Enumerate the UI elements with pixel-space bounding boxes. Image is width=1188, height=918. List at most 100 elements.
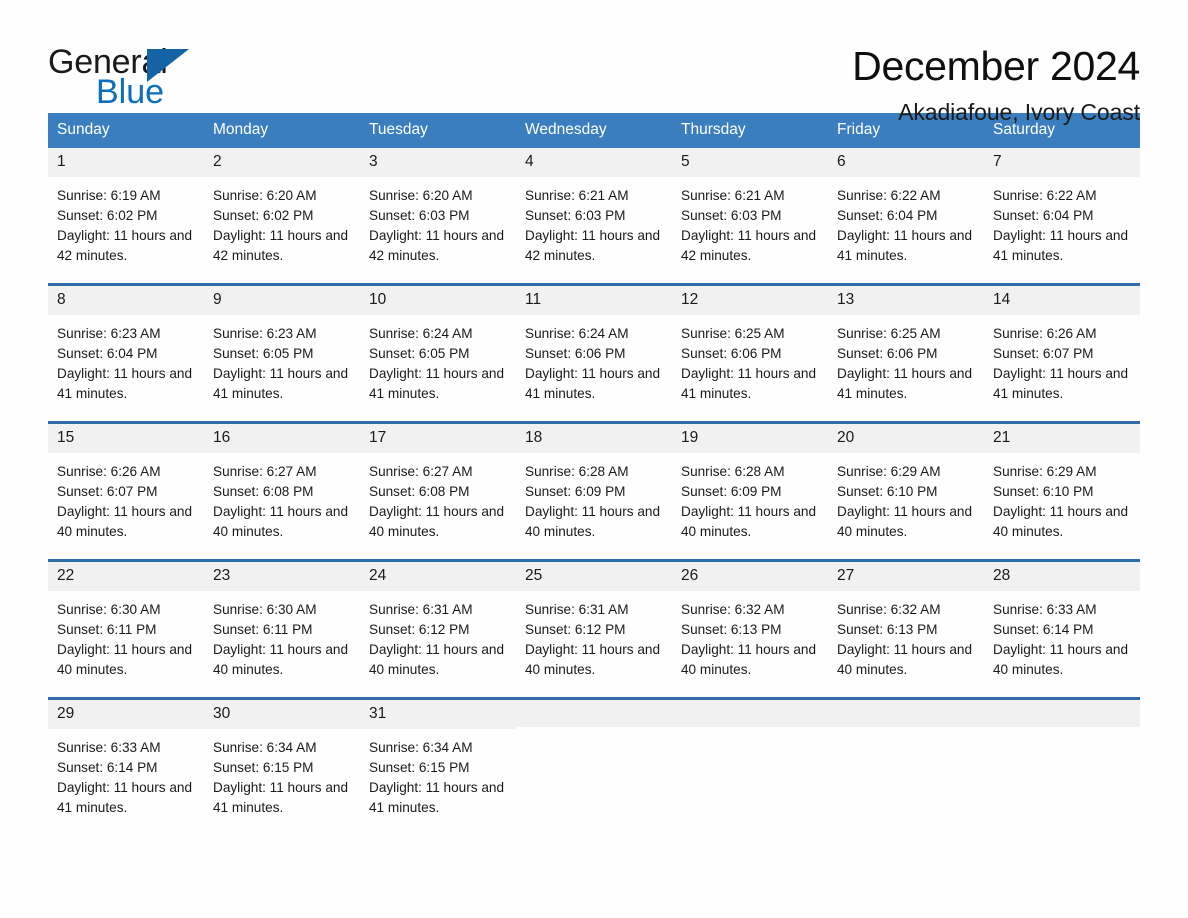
day-number: 5	[681, 153, 690, 170]
day-number-strip: 28	[984, 562, 1140, 591]
sunrise-text: Sunrise: 6:26 AM	[993, 326, 1097, 341]
sunrise-text: Sunrise: 6:30 AM	[57, 602, 161, 617]
day-cell-empty	[828, 700, 984, 835]
daylight-text: Daylight: 11 hours and 40 minutes.	[213, 504, 349, 540]
day-cell[interactable]: 15 Sunrise: 6:26 AM Sunset: 6:07 PM Dayligh…	[48, 424, 204, 559]
day-number-strip: 29	[48, 700, 204, 729]
day-number: 29	[57, 705, 75, 722]
day-number-strip: 5	[672, 148, 828, 177]
calendar-week-row: 15 Sunrise: 6:26 AM Sunset: 6:07 PM Dayligh…	[48, 421, 1140, 559]
sunset-text: Sunset: 6:15 PM	[213, 760, 314, 776]
day-cell[interactable]: 4 Sunrise: 6:21 AM Sunset: 6:03 PM Daylight…	[516, 148, 672, 283]
sunrise-text: Sunrise: 6:23 AM	[213, 326, 317, 341]
day-cell[interactable]: 22 Sunrise: 6:30 AM Sunset: 6:11 PM Dayligh…	[48, 562, 204, 697]
sunset-text: Sunset: 6:04 PM	[993, 208, 1094, 224]
daylight-text: Daylight: 11 hours and 40 minutes.	[681, 642, 817, 678]
day-cell[interactable]: 27 Sunrise: 6:32 AM Sunset: 6:13 PM Dayligh…	[828, 562, 984, 697]
daylight-text: Daylight: 11 hours and 41 minutes.	[681, 366, 817, 402]
day-cell[interactable]: 19 Sunrise: 6:28 AM Sunset: 6:09 PM Dayligh…	[672, 424, 828, 559]
daylight-text: Daylight: 11 hours and 41 minutes.	[57, 366, 193, 402]
weekday-header-sunday: Sunday	[57, 121, 110, 138]
day-number-strip: 11	[516, 286, 672, 315]
sunset-text: Sunset: 6:06 PM	[681, 346, 782, 362]
day-cell[interactable]: 7 Sunrise: 6:22 AM Sunset: 6:04 PM Daylight…	[984, 148, 1140, 283]
day-number-strip: 18	[516, 424, 672, 453]
calendar-week-row: 8 Sunrise: 6:23 AM Sunset: 6:04 PM Daylight…	[48, 283, 1140, 421]
daylight-text: Daylight: 11 hours and 40 minutes.	[837, 504, 973, 540]
calendar-week-row: 22 Sunrise: 6:30 AM Sunset: 6:11 PM Dayligh…	[48, 559, 1140, 697]
day-cell[interactable]: 9 Sunrise: 6:23 AM Sunset: 6:05 PM Daylight…	[204, 286, 360, 421]
day-number-strip	[828, 700, 984, 727]
day-number: 24	[369, 567, 387, 584]
day-cell[interactable]: 31 Sunrise: 6:34 AM Sunset: 6:15 PM Dayligh…	[360, 700, 516, 835]
day-number-strip: 22	[48, 562, 204, 591]
day-number-strip: 8	[48, 286, 204, 315]
day-cell[interactable]: 18 Sunrise: 6:28 AM Sunset: 6:09 PM Dayligh…	[516, 424, 672, 559]
day-cell[interactable]: 13 Sunrise: 6:25 AM Sunset: 6:06 PM Dayligh…	[828, 286, 984, 421]
sunrise-text: Sunrise: 6:31 AM	[369, 602, 473, 617]
daylight-text: Daylight: 11 hours and 40 minutes.	[525, 504, 661, 540]
day-number-strip	[984, 700, 1140, 727]
daylight-text: Daylight: 11 hours and 41 minutes.	[369, 366, 505, 402]
day-number-strip: 3	[360, 148, 516, 177]
day-cell[interactable]: 16 Sunrise: 6:27 AM Sunset: 6:08 PM Dayligh…	[204, 424, 360, 559]
sunrise-text: Sunrise: 6:22 AM	[993, 188, 1097, 203]
sunset-text: Sunset: 6:02 PM	[213, 208, 314, 224]
day-cell[interactable]: 28 Sunrise: 6:33 AM Sunset: 6:14 PM Dayligh…	[984, 562, 1140, 697]
sunrise-text: Sunrise: 6:21 AM	[681, 188, 785, 203]
sunrise-text: Sunrise: 6:34 AM	[213, 740, 317, 755]
day-cell[interactable]: 1 Sunrise: 6:19 AM Sunset: 6:02 PM Daylight…	[48, 148, 204, 283]
day-cell[interactable]: 29 Sunrise: 6:33 AM Sunset: 6:14 PM Dayligh…	[48, 700, 204, 835]
day-cell[interactable]: 12 Sunrise: 6:25 AM Sunset: 6:06 PM Dayligh…	[672, 286, 828, 421]
day-cell[interactable]: 2 Sunrise: 6:20 AM Sunset: 6:02 PM Daylight…	[204, 148, 360, 283]
daylight-text: Daylight: 11 hours and 40 minutes.	[525, 642, 661, 678]
day-details: Sunrise: 6:28 AM Sunset: 6:09 PM Daylight:…	[516, 453, 672, 542]
day-number: 8	[57, 291, 66, 308]
day-number-strip: 26	[672, 562, 828, 591]
day-number: 17	[369, 429, 387, 446]
day-number-strip: 16	[204, 424, 360, 453]
day-cell[interactable]: 6 Sunrise: 6:22 AM Sunset: 6:04 PM Daylight…	[828, 148, 984, 283]
sunset-text: Sunset: 6:09 PM	[681, 484, 782, 500]
weekday-header-wednesday: Wednesday	[525, 121, 607, 138]
day-cell[interactable]: 5 Sunrise: 6:21 AM Sunset: 6:03 PM Daylight…	[672, 148, 828, 283]
day-cell[interactable]: 25 Sunrise: 6:31 AM Sunset: 6:12 PM Dayligh…	[516, 562, 672, 697]
day-cell[interactable]: 10 Sunrise: 6:24 AM Sunset: 6:05 PM Dayligh…	[360, 286, 516, 421]
day-number-strip	[516, 700, 672, 727]
sunrise-text: Sunrise: 6:22 AM	[837, 188, 941, 203]
day-cell[interactable]: 30 Sunrise: 6:34 AM Sunset: 6:15 PM Dayligh…	[204, 700, 360, 835]
day-number-strip: 31	[360, 700, 516, 729]
day-cell[interactable]: 3 Sunrise: 6:20 AM Sunset: 6:03 PM Daylight…	[360, 148, 516, 283]
day-number: 27	[837, 567, 855, 584]
sunrise-text: Sunrise: 6:34 AM	[369, 740, 473, 755]
day-cell[interactable]: 26 Sunrise: 6:32 AM Sunset: 6:13 PM Dayligh…	[672, 562, 828, 697]
day-number: 22	[57, 567, 75, 584]
sunset-text: Sunset: 6:06 PM	[837, 346, 938, 362]
day-number: 6	[837, 153, 846, 170]
day-details: Sunrise: 6:22 AM Sunset: 6:04 PM Daylight:…	[984, 177, 1140, 266]
day-cell[interactable]: 8 Sunrise: 6:23 AM Sunset: 6:04 PM Daylight…	[48, 286, 204, 421]
day-cell[interactable]: 11 Sunrise: 6:24 AM Sunset: 6:06 PM Dayligh…	[516, 286, 672, 421]
daylight-text: Daylight: 11 hours and 41 minutes.	[525, 366, 661, 402]
day-number-strip	[672, 700, 828, 727]
daylight-text: Daylight: 11 hours and 41 minutes.	[993, 366, 1129, 402]
day-details: Sunrise: 6:31 AM Sunset: 6:12 PM Daylight:…	[516, 591, 672, 680]
sunset-text: Sunset: 6:10 PM	[993, 484, 1094, 500]
sunrise-text: Sunrise: 6:28 AM	[525, 464, 629, 479]
day-cell[interactable]: 23 Sunrise: 6:30 AM Sunset: 6:11 PM Dayligh…	[204, 562, 360, 697]
sunset-text: Sunset: 6:05 PM	[213, 346, 314, 362]
day-details: Sunrise: 6:32 AM Sunset: 6:13 PM Daylight:…	[672, 591, 828, 680]
day-number-strip: 4	[516, 148, 672, 177]
day-number-strip: 12	[672, 286, 828, 315]
day-cell[interactable]: 24 Sunrise: 6:31 AM Sunset: 6:12 PM Dayligh…	[360, 562, 516, 697]
day-cell[interactable]: 14 Sunrise: 6:26 AM Sunset: 6:07 PM Dayligh…	[984, 286, 1140, 421]
day-number: 26	[681, 567, 699, 584]
day-cell[interactable]: 21 Sunrise: 6:29 AM Sunset: 6:10 PM Dayligh…	[984, 424, 1140, 559]
sunset-text: Sunset: 6:06 PM	[525, 346, 626, 362]
calendar-grid: Sunday Monday Tuesday Wednesday Thursday Frid…	[48, 113, 1140, 835]
day-number-strip: 1	[48, 148, 204, 177]
sunrise-text: Sunrise: 6:23 AM	[57, 326, 161, 341]
day-cell[interactable]: 20 Sunrise: 6:29 AM Sunset: 6:10 PM Dayligh…	[828, 424, 984, 559]
day-cell[interactable]: 17 Sunrise: 6:27 AM Sunset: 6:08 PM Dayligh…	[360, 424, 516, 559]
day-number: 3	[369, 153, 378, 170]
